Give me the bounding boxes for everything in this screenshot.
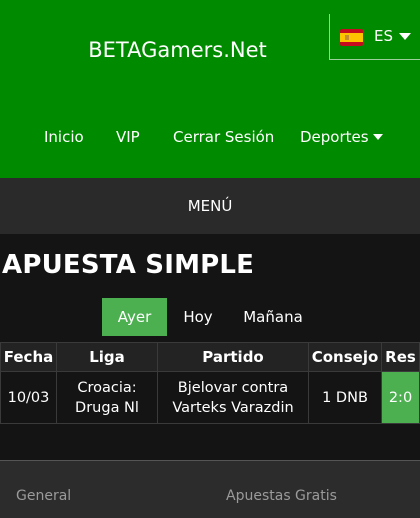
header-league: Liga — [56, 342, 158, 372]
menu-toggle[interactable]: MENÚ — [0, 178, 420, 234]
row-result: 2:0 — [381, 371, 420, 424]
footer-free-bets-link[interactable]: Apuestas Gratis — [226, 488, 337, 504]
site-header: BETAGamers.Net ES Inicio VIP Cerrar Sesi… — [0, 0, 420, 178]
spain-flag-icon — [340, 29, 363, 46]
chevron-down-icon — [399, 33, 411, 40]
row-date: 10/03 — [0, 371, 57, 424]
header-result: Res — [381, 342, 420, 372]
predictions-table: Fecha Liga Partido Consejo Res 10/03 Cro… — [0, 342, 420, 424]
header-date: Fecha — [0, 342, 57, 372]
nav-home[interactable]: Inicio — [44, 128, 84, 146]
tab-ayer[interactable]: Ayer — [102, 298, 167, 336]
tab-hoy[interactable]: Hoy — [170, 298, 226, 336]
main-nav: Inicio VIP Cerrar Sesión Deportes — [0, 128, 420, 150]
nav-vip[interactable]: VIP — [116, 128, 140, 146]
language-code: ES — [374, 27, 393, 45]
nav-logout[interactable]: Cerrar Sesión — [173, 128, 274, 146]
nav-sports-label: Deportes — [300, 128, 369, 146]
footer: General Apuestas Gratis — [0, 460, 420, 518]
row-match: Bjelovar contra Varteks Varazdin — [157, 371, 309, 424]
row-league: Croacia: Druga Nl — [56, 371, 158, 424]
language-selector[interactable]: ES — [329, 14, 420, 60]
header-match: Partido — [157, 342, 309, 372]
page-title: APUESTA SIMPLE — [2, 250, 255, 280]
site-logo[interactable]: BETAGamers.Net — [0, 38, 355, 62]
tab-manana[interactable]: Mañana — [232, 298, 314, 336]
nav-sports[interactable]: Deportes — [300, 128, 383, 146]
footer-general-link[interactable]: General — [16, 488, 71, 504]
header-tip: Consejo — [308, 342, 382, 372]
caret-down-icon — [372, 134, 383, 140]
row-tip: 1 DNB — [308, 371, 382, 424]
